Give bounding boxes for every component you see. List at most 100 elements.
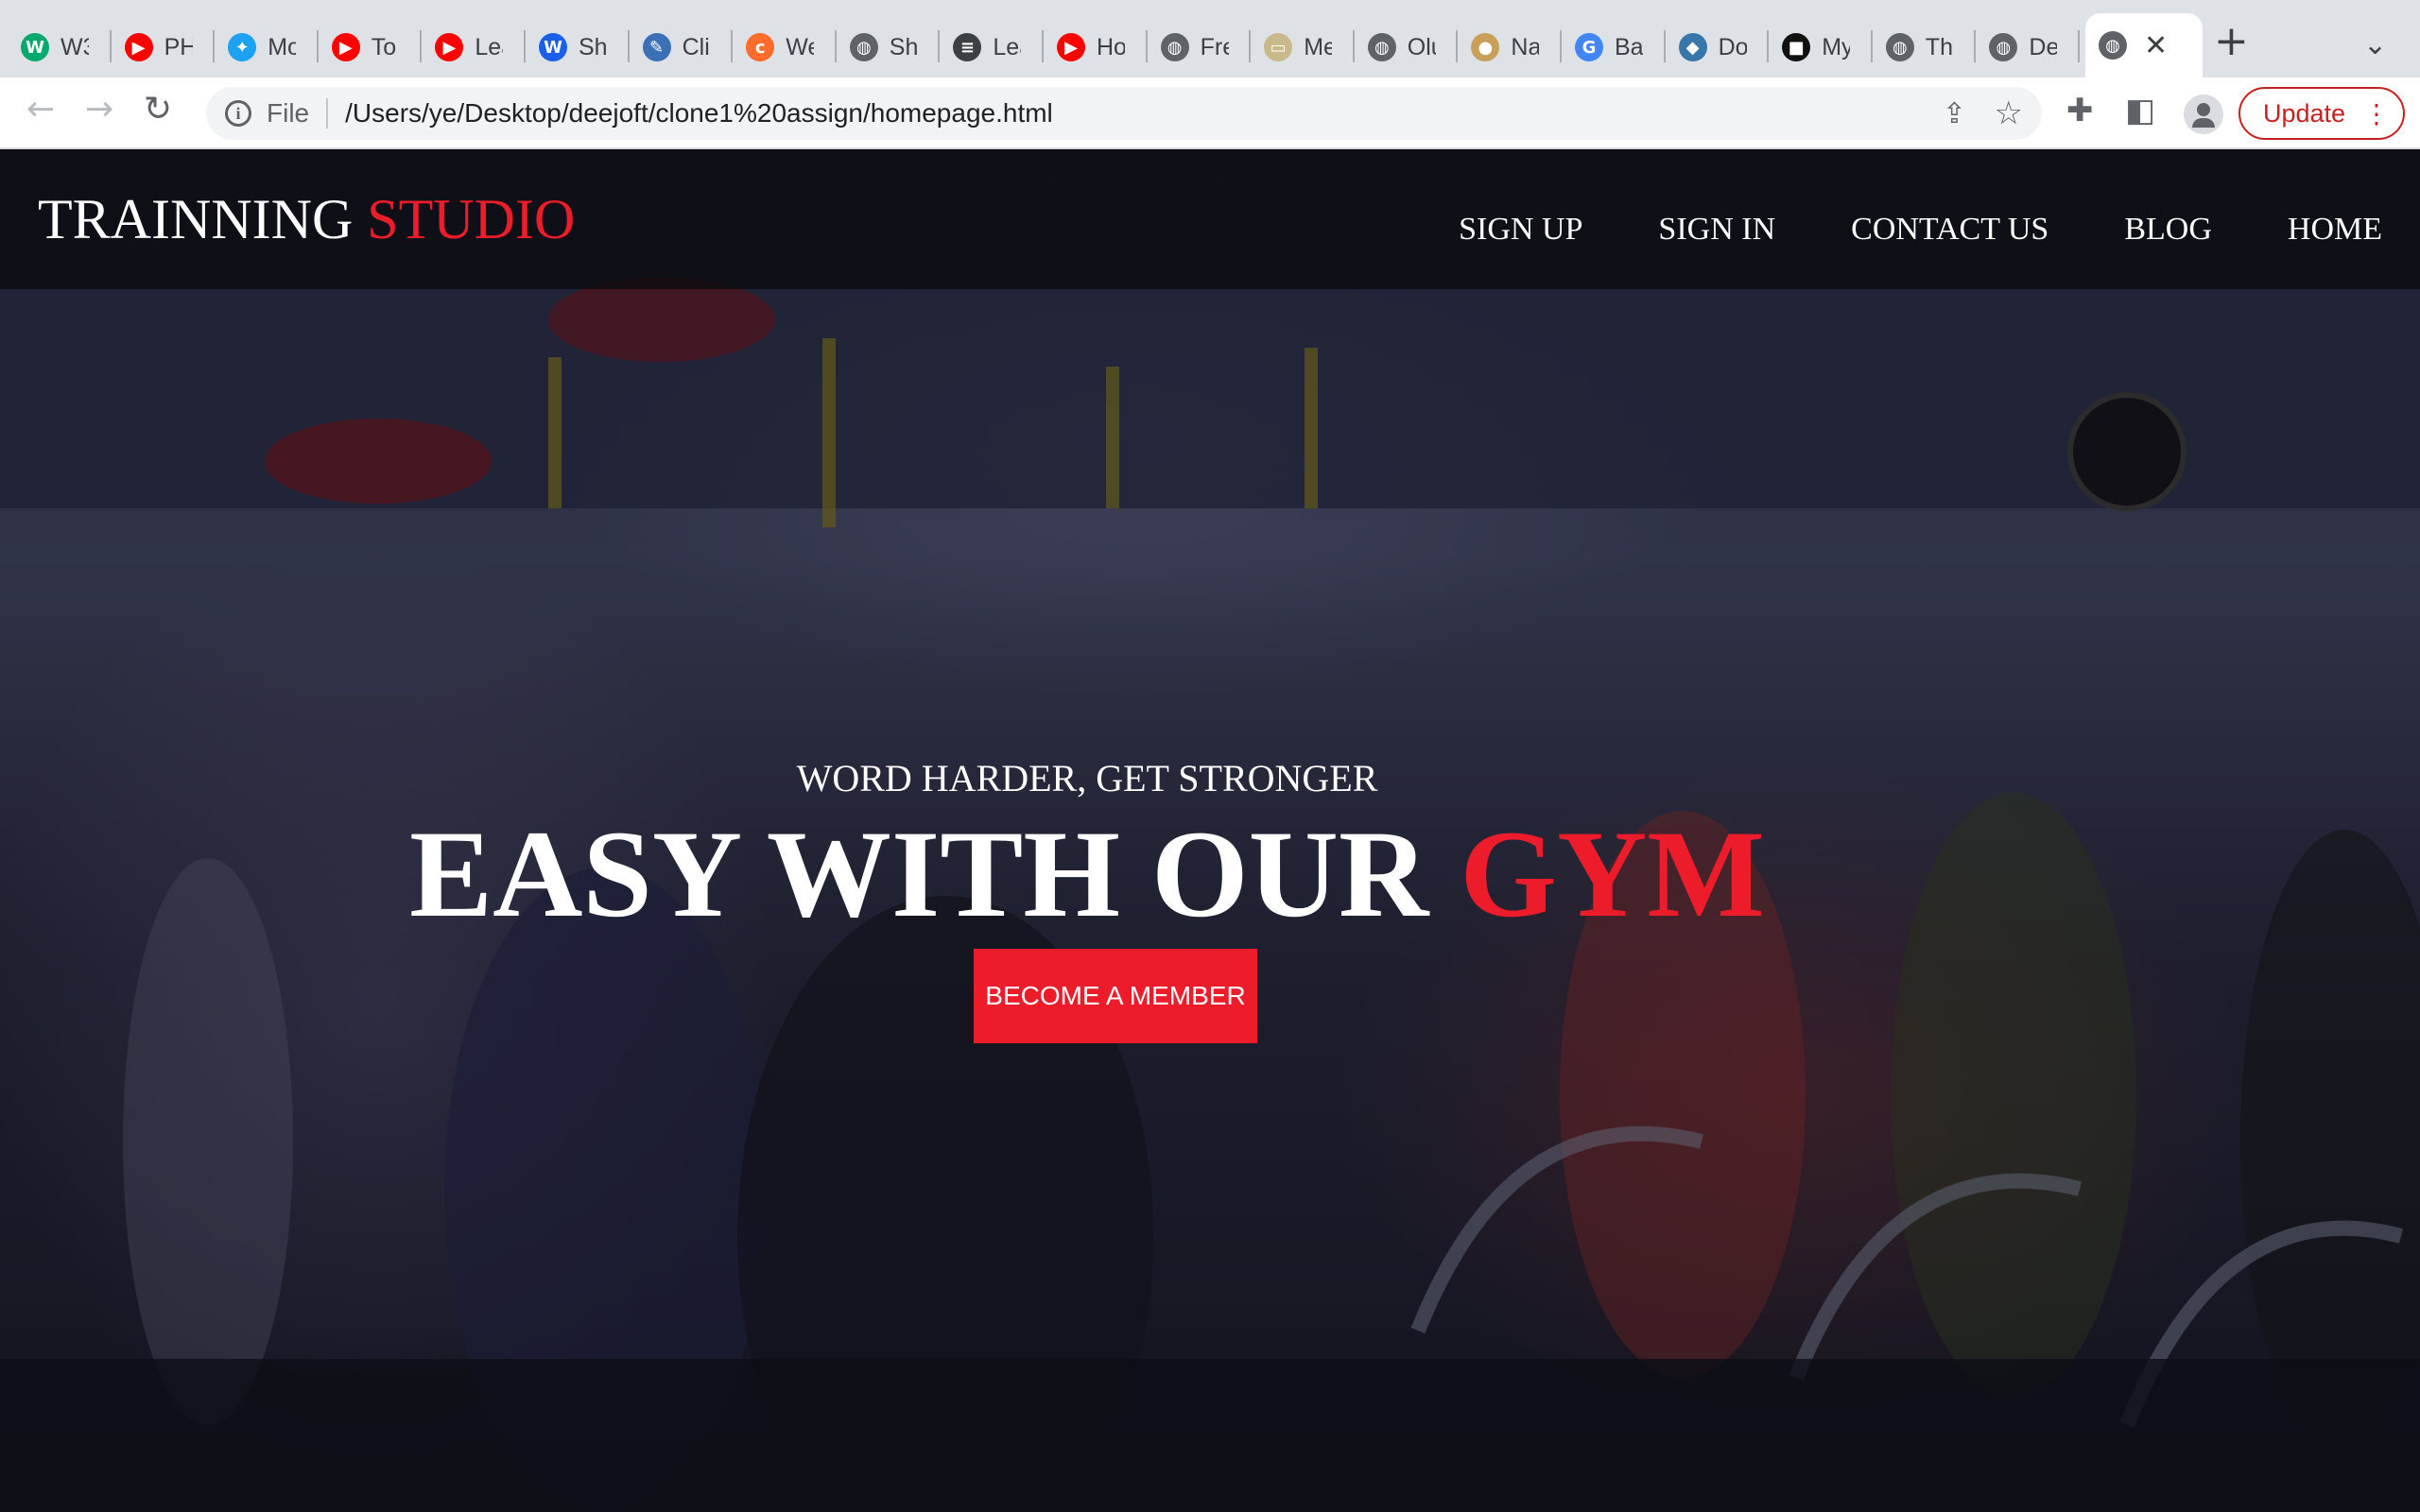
browser-tab[interactable]: ✦ Mo	[215, 17, 319, 77]
browser-tab[interactable]: W W3	[8, 17, 112, 77]
browser-tab[interactable]: c We	[733, 17, 837, 77]
side-panel-icon[interactable]: ◧	[2125, 94, 2155, 127]
hero-title-main: EASY WITH OUR	[409, 804, 1429, 943]
nav-sign-up[interactable]: SIGN UP	[1459, 212, 1582, 248]
tab-search-chevron-icon[interactable]: ⌄	[2363, 28, 2387, 61]
more-menu-icon[interactable]: ⋮	[2363, 98, 2390, 129]
browser-tab-label: PH	[164, 33, 193, 60]
new-tab-plus-icon[interactable]: +	[2214, 21, 2249, 62]
browser-tab[interactable]: W Sh	[526, 17, 630, 77]
hero-title-accent: GYM	[1460, 804, 1765, 943]
python-icon: ◆	[1678, 33, 1707, 61]
browser-tab-label: Mo	[268, 33, 297, 60]
browser-tab-label: Lea	[993, 33, 1021, 60]
browser-tab[interactable]: ◍ Sh	[837, 17, 941, 77]
globe-icon: ◍	[1885, 33, 1914, 61]
browser-tab[interactable]: ▶ Lea	[422, 17, 526, 77]
browser-tab-label: Ba	[1615, 33, 1643, 60]
browser-tab-label: W3	[60, 33, 89, 60]
unsplash-icon: ■	[1782, 33, 1811, 61]
browser-tab[interactable]: G Ba	[1562, 17, 1666, 77]
browser-tab[interactable]: ✎ Cli	[630, 17, 734, 77]
logo-main-text: TRAINNING	[38, 188, 354, 250]
google-icon: G	[1575, 33, 1603, 61]
bookmark-star-icon[interactable]: ☆	[1995, 94, 2023, 132]
site-info-icon[interactable]: i	[225, 100, 251, 127]
browser-tab-label: We	[786, 33, 814, 60]
nav-blog[interactable]: BLOG	[2124, 212, 2212, 248]
site-header: TRAINNING STUDIO SIGN UP SIGN IN CONTACT…	[0, 149, 2420, 289]
w3schools-icon: W	[21, 33, 49, 61]
youtube-icon: ▶	[124, 33, 153, 61]
forward-arrow-icon[interactable]: →	[85, 93, 113, 127]
file-scheme-label: File	[267, 98, 310, 128]
globe-icon: ◍	[1160, 33, 1189, 61]
address-bar[interactable]: i File /Users/ye/Desktop/deejoft/clone1%…	[206, 87, 2042, 140]
logo-accent-text: STUDIO	[367, 188, 576, 250]
globe-icon: ◍	[1989, 33, 2018, 61]
globe-icon: ◍	[1367, 33, 1396, 61]
globe-icon: ◍	[2099, 31, 2127, 60]
hero-title: EASY WITH OUR GYM	[0, 805, 2174, 942]
document-icon: ≡	[953, 33, 982, 61]
bird-icon: ✦	[228, 33, 257, 61]
omnibox-divider	[326, 98, 329, 129]
browser-tab[interactable]: ◍ De	[1976, 17, 2080, 77]
browser-tab-label: Th	[1925, 33, 1953, 60]
update-button[interactable]: Update ⋮	[2238, 87, 2405, 140]
youtube-icon: ▶	[435, 33, 464, 61]
browser-tab-label: Me	[1304, 33, 1333, 60]
active-tab[interactable]: ◍ ✕	[2085, 13, 2203, 77]
browser-tab[interactable]: ◍ Th	[1873, 17, 1977, 77]
globe-icon: ◍	[849, 33, 878, 61]
browser-tab-label: Cli	[682, 33, 710, 60]
browser-tab-label: Do	[1718, 33, 1747, 60]
back-arrow-icon[interactable]: ←	[26, 93, 55, 127]
browser-tab-strip: W W3 ▶ PH ✦ Mo ▶ To ▶ Lea W Sh ✎ Cli c We ◍ Sh ≡ Lea ▶ Ho ◍ Fre…	[0, 0, 2420, 77]
nav-home[interactable]: HOME	[2288, 212, 2382, 248]
tab-separator	[2077, 30, 2080, 62]
browser-tab-label: Sh	[579, 33, 607, 60]
coin-icon: ●	[1471, 33, 1500, 61]
browser-tab[interactable]: ◍ Olu	[1355, 17, 1459, 77]
browser-tab-label: Na	[1511, 33, 1540, 60]
cpanel-icon: c	[746, 33, 775, 61]
page-viewport: TRAINNING STUDIO SIGN UP SIGN IN CONTACT…	[0, 149, 2420, 1512]
browser-tab[interactable]: ◍ Fre	[1148, 17, 1252, 77]
browser-tab[interactable]: ■ My	[1769, 17, 1873, 77]
nav-sign-in[interactable]: SIGN IN	[1658, 212, 1775, 248]
url-text[interactable]: /Users/ye/Desktop/deejoft/clone1%20assig…	[345, 98, 1053, 129]
browser-tab-label: De	[2029, 33, 2058, 60]
browser-tab-label: Sh	[889, 33, 918, 60]
browser-tab[interactable]: ≡ Lea	[940, 17, 1044, 77]
image-icon: ▭	[1264, 33, 1293, 61]
site-logo[interactable]: TRAINNING STUDIO	[38, 187, 575, 252]
nav-contact-us[interactable]: CONTACT US	[1851, 212, 2048, 248]
update-label: Update	[2263, 98, 2346, 128]
browser-tab-label: Olu	[1407, 33, 1436, 60]
main-nav: SIGN UP SIGN IN CONTACT US BLOG HOME	[1383, 212, 2382, 248]
webflow-icon: W	[539, 33, 567, 61]
browser-tab[interactable]: ◆ Do	[1666, 17, 1770, 77]
youtube-icon: ▶	[331, 33, 360, 61]
browser-tab[interactable]: ▶ PH	[112, 17, 216, 77]
extensions-puzzle-icon[interactable]: ✚	[2066, 94, 2094, 127]
browser-tab-label: Ho	[1097, 33, 1125, 60]
reload-icon[interactable]: ↻	[144, 93, 172, 127]
browser-tab-label: To	[371, 33, 397, 60]
browser-tab[interactable]: ▭ Me	[1251, 17, 1355, 77]
hero-subtitle: WORD HARDER, GET STRONGER	[796, 757, 1378, 799]
browser-tab[interactable]: ● Na	[1458, 17, 1562, 77]
youtube-icon: ▶	[1057, 33, 1085, 61]
browser-tab-label: Fre	[1200, 33, 1229, 60]
browser-tab-label: My	[1822, 33, 1851, 60]
pen-icon: ✎	[642, 33, 671, 61]
browser-tab-label: Lea	[475, 33, 503, 60]
profile-avatar-icon[interactable]	[2184, 94, 2223, 134]
share-icon[interactable]: ⇪	[1943, 97, 1966, 130]
browser-tab[interactable]: ▶ Ho	[1044, 17, 1148, 77]
become-member-button[interactable]: BECOME A MEMBER	[974, 949, 1257, 1043]
close-tab-icon[interactable]: ✕	[2144, 29, 2168, 62]
browser-tab[interactable]: ▶ To	[319, 17, 423, 77]
browser-toolbar: ← → ↻ i File /Users/ye/Desktop/deejoft/c…	[0, 77, 2420, 149]
